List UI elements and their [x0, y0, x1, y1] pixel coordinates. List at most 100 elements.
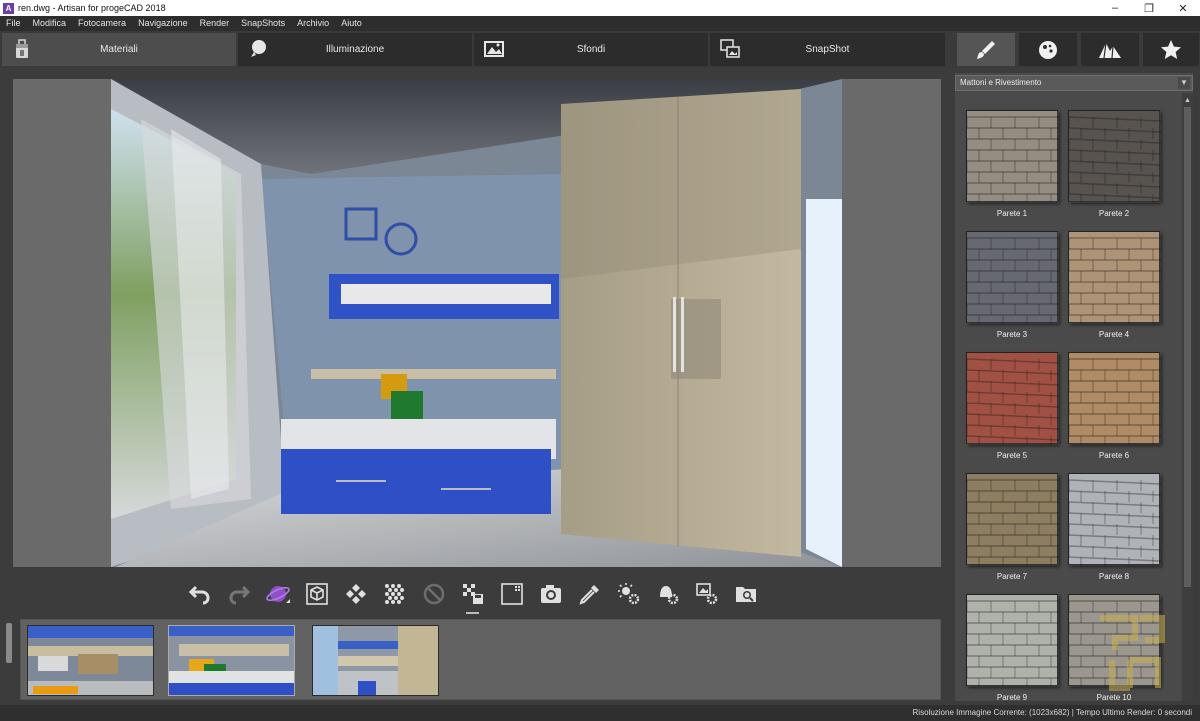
material-label: Parete 3: [996, 330, 1028, 339]
brush-icon: [977, 40, 995, 59]
render-save-button[interactable]: [453, 577, 492, 614]
menu-render[interactable]: Render: [194, 16, 236, 31]
menu-navigazione[interactable]: Navigazione: [132, 16, 194, 31]
dot-grid-icon: [384, 584, 404, 604]
snapshot-thumbnail-3[interactable]: [312, 625, 439, 696]
resolution-label: Risoluzione Immagine Corrente:: [912, 708, 1027, 717]
redo-button[interactable]: [219, 577, 258, 611]
tab-materiali-label: Materiali: [100, 44, 138, 55]
close-button[interactable]: ✕: [1166, 0, 1200, 16]
scroll-up-icon[interactable]: ▲: [1182, 95, 1193, 106]
screenshot-button[interactable]: [531, 577, 570, 611]
image-settings-button[interactable]: [687, 577, 726, 611]
tab-snapshot-label: SnapShot: [805, 44, 850, 55]
sun-settings-icon: [617, 583, 639, 605]
material-texture: [967, 232, 1059, 324]
tab-sfondi[interactable]: Sfondi: [474, 33, 708, 66]
snapshot-filmstrip: [20, 619, 941, 700]
icon-tab-brush[interactable]: [957, 33, 1015, 66]
menu-aiuto[interactable]: Aiuto: [335, 16, 368, 31]
material-texture: [1069, 353, 1161, 445]
material-texture: [967, 595, 1059, 687]
frame-icon: [500, 583, 523, 605]
eyedropper-button[interactable]: [570, 577, 609, 611]
stop-render-button[interactable]: [414, 577, 453, 611]
render-time-value: 0 secondi: [1157, 708, 1192, 717]
snapshot-icon: [718, 37, 742, 61]
material-swatch[interactable]: [1068, 473, 1161, 566]
material-swatch[interactable]: [1068, 110, 1161, 203]
filmstrip-resize-handle[interactable]: [6, 623, 12, 663]
artisan-app-window: A ren.dwg - Artisan for progeCAD 2018 – …: [0, 0, 1200, 721]
undo-button[interactable]: [180, 577, 219, 611]
star-icon: [1161, 39, 1181, 59]
folder-search-icon: [735, 587, 756, 602]
material-swatch[interactable]: [966, 594, 1059, 687]
material-texture: [1069, 474, 1161, 566]
render-time-label: Tempo Ultimo Render:: [1075, 708, 1156, 717]
diamond-grid-icon: [345, 584, 366, 604]
sphere-icon: [1039, 40, 1057, 59]
material-texture: [1069, 111, 1161, 203]
material-label: Parete 9: [996, 693, 1028, 701]
snapshot-thumbnail-2[interactable]: [168, 625, 295, 696]
menu-snapshots[interactable]: SnapShots: [235, 16, 291, 31]
tab-materiali[interactable]: Materiali: [2, 33, 236, 66]
material-swatch[interactable]: [966, 352, 1059, 445]
cube-view-button[interactable]: [297, 577, 336, 611]
icon-tab-mountains[interactable]: [1081, 33, 1139, 66]
planet-icon: [265, 586, 290, 603]
materials-scrollbar[interactable]: ▲: [1182, 93, 1193, 701]
icon-tab-favorites[interactable]: [1143, 33, 1199, 66]
menu-archivio[interactable]: Archivio: [291, 16, 335, 31]
material-texture: [967, 474, 1059, 566]
menu-modifica[interactable]: Modifica: [27, 16, 73, 31]
redo-icon: [228, 585, 250, 605]
snapshot-thumbnail-1[interactable]: [27, 625, 154, 696]
material-label: Parete 7: [996, 572, 1028, 581]
material-swatch[interactable]: [966, 110, 1059, 203]
image-settings-icon: [695, 583, 717, 605]
scrollbar-thumb[interactable]: [1184, 107, 1191, 587]
material-swatch[interactable]: [966, 473, 1059, 566]
background-image-icon: [482, 37, 506, 61]
menu-bar: File Modifica Fotocamera Navigazione Ren…: [0, 16, 1200, 31]
cube-icon: [305, 583, 328, 605]
bell-settings-icon: [659, 586, 678, 605]
material-label: Parete 1: [996, 209, 1028, 218]
window-title: ren.dwg - Artisan for progeCAD 2018: [18, 3, 166, 13]
menu-file[interactable]: File: [0, 16, 27, 31]
checker-save-icon: [462, 584, 483, 604]
active-tool-indicator: [466, 612, 479, 614]
render-toolbar: [180, 577, 765, 614]
tab-illuminazione[interactable]: Illuminazione: [238, 33, 472, 66]
material-swatch[interactable]: [1068, 231, 1161, 324]
environment-button[interactable]: [258, 577, 297, 611]
render-image[interactable]: [111, 79, 842, 567]
frame-button[interactable]: [492, 577, 531, 611]
material-label: Parete 5: [996, 451, 1028, 460]
material-category-select[interactable]: Mattoni e Rivestimento ▼: [955, 75, 1193, 91]
dropdown-chevron-icon: ▼: [1178, 77, 1190, 89]
notification-settings-button[interactable]: [648, 577, 687, 611]
light-settings-button[interactable]: [609, 577, 648, 611]
material-swatch[interactable]: [1068, 352, 1161, 445]
material-swatch[interactable]: [966, 231, 1059, 324]
tab-snapshot[interactable]: SnapShot: [710, 33, 945, 66]
status-separator: |: [1071, 708, 1074, 717]
disabled-icon: [423, 583, 444, 605]
mountains-icon: [1099, 42, 1121, 58]
tab-sfondi-label: Sfondi: [576, 44, 606, 55]
material-label: Parete 6: [1098, 451, 1130, 460]
menu-fotocamera[interactable]: Fotocamera: [72, 16, 132, 31]
quality-high-button[interactable]: [375, 577, 414, 611]
status-bar: Risoluzione Immagine Corrente: (1023x682…: [0, 705, 1200, 721]
icon-tab-sphere[interactable]: [1019, 33, 1077, 66]
maximize-button[interactable]: ❐: [1132, 0, 1166, 16]
quality-low-button[interactable]: [336, 577, 375, 611]
lightbulb-icon: [246, 37, 270, 61]
main-tabs-bar: Materiali Illuminazione Sfondi SnapShot: [0, 31, 1200, 68]
camera-icon: [540, 585, 561, 603]
open-image-button[interactable]: [726, 577, 765, 611]
minimize-button[interactable]: –: [1098, 0, 1132, 16]
